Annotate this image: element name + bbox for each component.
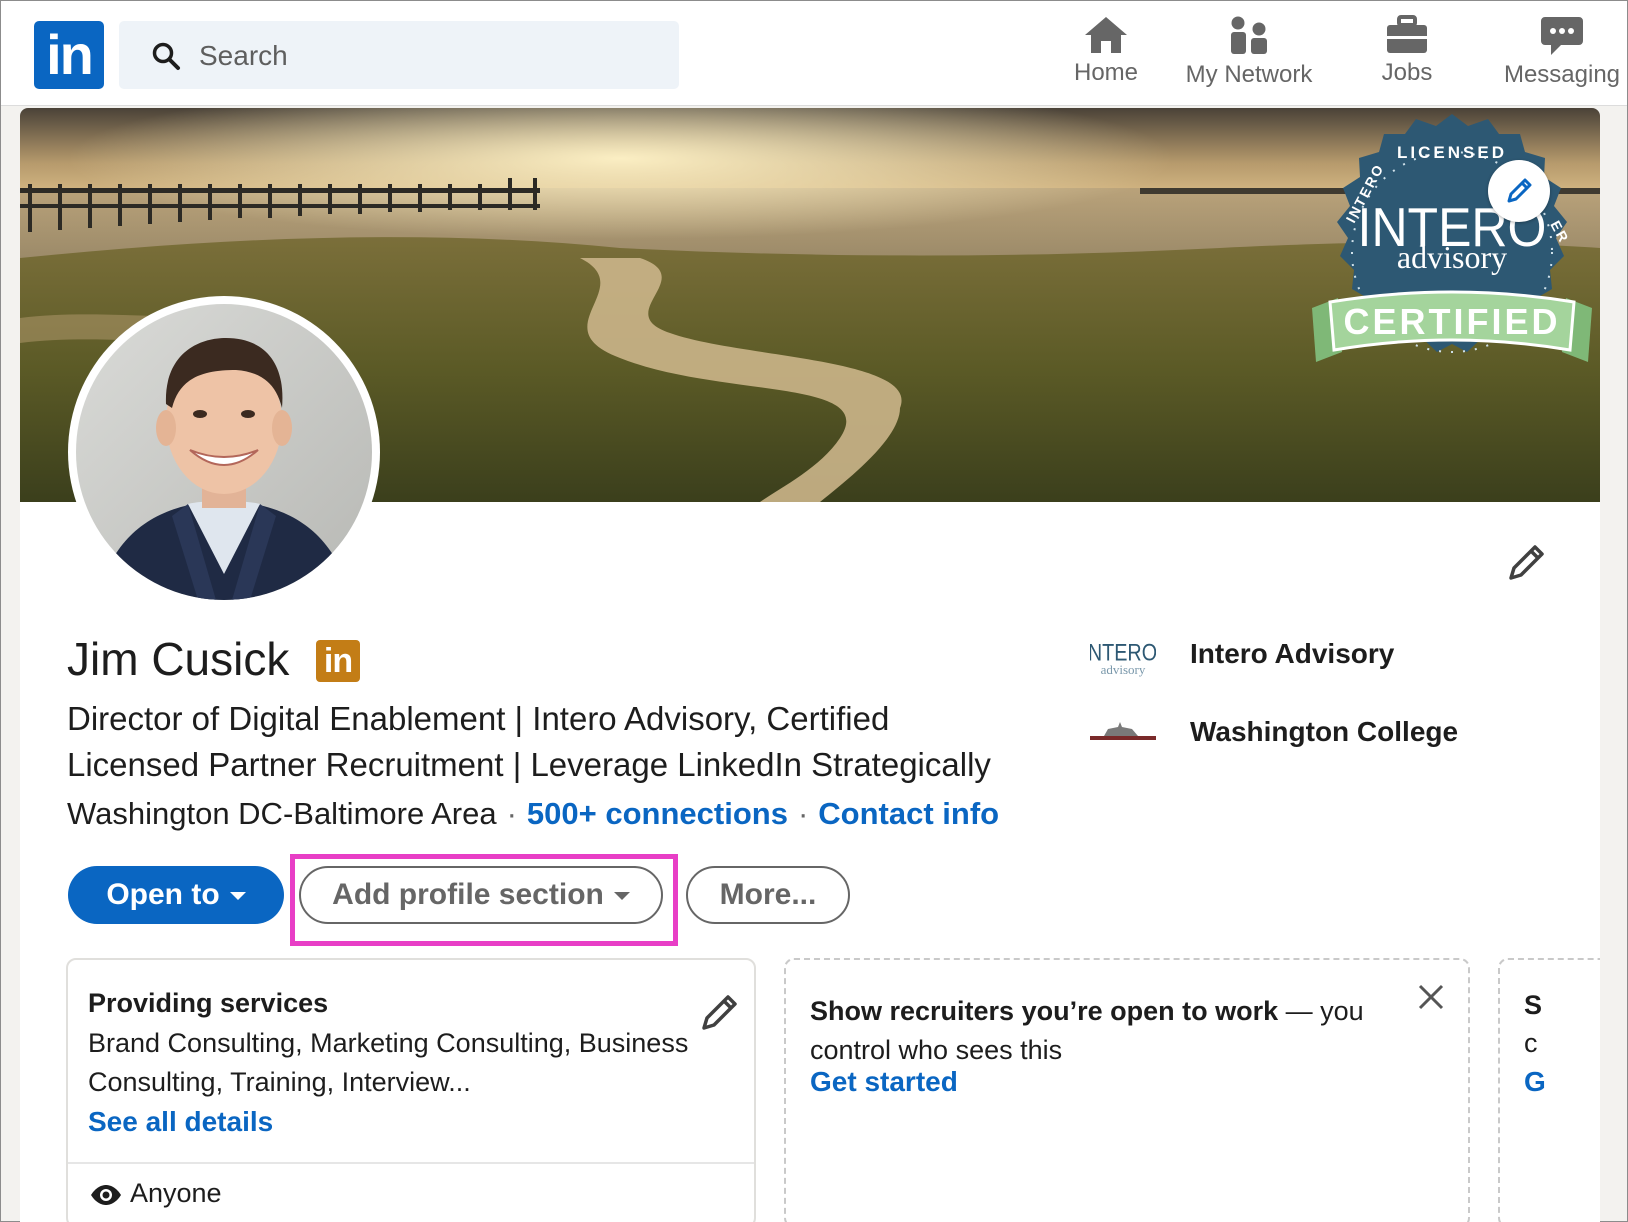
eye-icon <box>91 1185 121 1205</box>
services-footer: Anyone <box>68 1162 754 1222</box>
edit-banner-button[interactable] <box>1488 160 1550 222</box>
profile-photo[interactable] <box>68 296 380 608</box>
profile-headline: Director of Digital Enablement | Intero … <box>67 700 991 783</box>
premium-badge-icon[interactable]: in <box>316 640 360 682</box>
services-text: Brand Consulting, Marketing Consulting, … <box>88 1028 689 1097</box>
nav-messaging-label: Messaging <box>1503 61 1621 88</box>
audience-label: Anyone <box>130 1178 222 1208</box>
intero-certified-badge: LICENSED INTERO ER INTERO advisory CERTI… <box>1312 114 1592 362</box>
contact-info-link[interactable]: Contact info <box>818 796 999 831</box>
edit-intro-pencil-icon[interactable] <box>1505 540 1549 584</box>
more-button[interactable]: More... <box>686 866 850 924</box>
search-bar[interactable] <box>119 21 679 89</box>
open-to-work-card[interactable]: Show recruiters you’re open to work — yo… <box>784 958 1470 1222</box>
nav-home-label: Home <box>1073 59 1139 86</box>
top-nav: in Home My Network Jobs <box>1 1 1627 106</box>
network-icon <box>1231 16 1267 54</box>
open-to-work-bold: Show recruiters you’re open to work <box>810 996 1279 1026</box>
partial-card-text: c <box>1524 1028 1538 1058</box>
nav-my-network-label: My Network <box>1185 61 1313 88</box>
briefcase-icon <box>1387 15 1427 53</box>
services-title: Providing services <box>88 988 329 1018</box>
linkedin-logo[interactable]: in <box>34 21 104 89</box>
profile-name: Jim Cusick <box>67 633 290 685</box>
separator-dot: · <box>797 796 809 831</box>
profile-card: LICENSED INTERO ER INTERO advisory CERTI… <box>20 108 1600 1222</box>
pencil-icon <box>1507 178 1532 203</box>
open-to-label: Open to <box>106 878 220 911</box>
chat-icon <box>1541 17 1583 55</box>
nav-jobs[interactable]: Jobs <box>1357 15 1457 95</box>
separator-dot: · <box>506 796 517 831</box>
search-icon <box>152 42 180 70</box>
washington-college-logo <box>1090 722 1156 740</box>
nav-home[interactable]: Home <box>1051 15 1161 95</box>
org-name: Washington College <box>1190 716 1459 747</box>
partial-card[interactable]: S c G <box>1498 958 1600 1222</box>
home-icon <box>1085 17 1127 53</box>
open-to-button[interactable]: Open to <box>68 866 284 924</box>
badge-ribbon-text: CERTIFIED <box>1343 301 1560 342</box>
intero-logo: INTERO advisory <box>1090 639 1156 677</box>
providing-services-card[interactable]: Providing services Brand Consulting, Mar… <box>66 958 756 1222</box>
nav-messaging[interactable]: Messaging <box>1495 15 1628 95</box>
profile-meta: Washington DC-Baltimore Area · 500+ connec… <box>67 796 999 832</box>
edit-services-pencil-icon[interactable] <box>698 990 742 1034</box>
nav-my-network[interactable]: My Network <box>1169 15 1329 95</box>
caret-down-icon <box>229 892 246 901</box>
see-all-details-link[interactable]: See all details <box>88 1106 273 1138</box>
badge-top-text: LICENSED <box>1397 143 1507 162</box>
more-label: More... <box>719 878 817 911</box>
avatar-image <box>76 304 372 600</box>
connections-link[interactable]: 500+ connections <box>527 796 788 831</box>
get-started-link[interactable]: Get started <box>810 1066 958 1098</box>
search-input[interactable] <box>197 33 661 79</box>
nav-jobs-label: Jobs <box>1381 59 1433 86</box>
close-icon[interactable] <box>1414 980 1448 1014</box>
intero-logo-sub: advisory <box>1101 662 1146 677</box>
highlight-box <box>290 854 678 946</box>
partial-card-link[interactable]: G <box>1524 1066 1546 1098</box>
badge-sub-text: advisory <box>1397 239 1507 275</box>
org-name: Intero Advisory <box>1190 638 1395 669</box>
profile-location: Washington DC-Baltimore Area <box>67 796 497 831</box>
open-to-work-text: Show recruiters you’re open to work — yo… <box>810 992 1390 1070</box>
partial-card-title: S <box>1524 990 1543 1020</box>
